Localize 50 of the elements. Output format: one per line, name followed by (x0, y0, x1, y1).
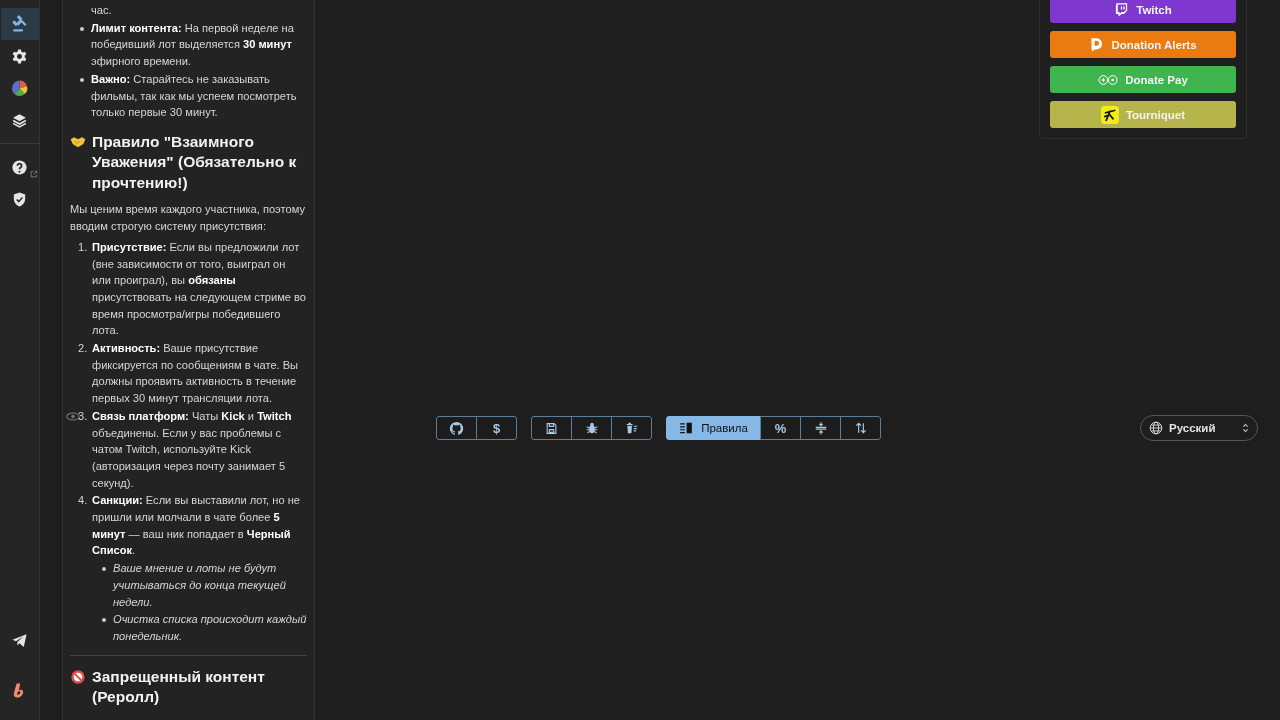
rules-text: Санкции: Если вы выставили лот, но не пришли или молчали в чате более 5 минут — ваш ник попадает в Черный Список. (92, 493, 301, 559)
bullet-dot (102, 618, 106, 623)
rules-text: Очистка списка происходит каждый понедельник. (113, 612, 307, 644)
rules-text: Лимит контента: На первой неделе на победивший лот выделяется 30 минут эфирного времени. (91, 20, 295, 70)
bullet-dot (80, 26, 84, 31)
bug-button[interactable] (571, 416, 612, 440)
github-icon (449, 420, 464, 436)
rules-text: Важно: Старайтесь не заказывать фильмы, так как мы успеем посмотреть только первые 30 минут. (91, 71, 298, 121)
list-number: 2. (78, 341, 89, 357)
collapse-button[interactable] (800, 416, 841, 440)
pie-chart-icon (10, 78, 29, 98)
gavel-icon (10, 15, 29, 33)
symbol-button[interactable]: % (760, 416, 801, 440)
help-icon (11, 158, 28, 176)
clear-button[interactable] (611, 416, 652, 440)
save-button[interactable] (531, 416, 572, 440)
symbol-button[interactable]: $ (476, 416, 517, 440)
gear-icon (11, 47, 28, 65)
list-number: 3. (78, 408, 89, 424)
bullet-dot (102, 567, 106, 572)
github-button[interactable] (436, 416, 477, 440)
tourniquet-icon (1100, 105, 1119, 124)
chevron-updown-icon (1242, 423, 1249, 433)
list-panel-icon (679, 421, 694, 435)
donate-pay-icon (1098, 73, 1119, 86)
shield-check-icon (11, 190, 28, 208)
section-heading: Запрещенный контент (Реролл) (92, 666, 266, 708)
twitch-button[interactable]: Twitch (1050, 0, 1236, 23)
layers-icon (11, 111, 28, 129)
bullet-dot (80, 77, 84, 82)
globe-icon (1149, 421, 1163, 435)
twitch-icon (1114, 2, 1130, 17)
collapse-icon (813, 421, 828, 435)
bug-icon (584, 421, 599, 435)
rules-text: Активность: Ваше присутствие фиксируется по сообщениям в чате. Вы должны проявить активность в течение первых 30 минут трансляции лота. (92, 341, 300, 407)
no-entry-icon (70, 668, 86, 685)
trash-list-icon (624, 421, 639, 435)
section-heading: Правило "Взаимного Уважения" (Обязательно к прочтению!) (92, 131, 298, 193)
sort-arrows-icon (853, 421, 868, 435)
rules-text: Связь платформ: Чаты Kick и Twitch объединены. Если у вас проблемы с чатом Twitch, используйте Kick (авторизация через почту занимает 5 секунд). (92, 408, 293, 491)
rules-text: час. (90, 3, 113, 18)
rules-text: Ваше мнение и лоты не будут учитываться до конца текущей недели. (113, 561, 287, 610)
list-number: 4. (78, 493, 89, 509)
sort-button[interactable] (840, 416, 881, 440)
gavel-nav-button[interactable] (0, 8, 39, 40)
rules-text: Присутствие: Если вы предложили лот (вне зависимости от того, выиграл он или проиграл), вы обязаны присутствовать на следующем стриме во время просмотра/игры победившего лота. (92, 239, 307, 339)
list-number: 1. (78, 239, 89, 255)
donation-alerts-icon (1089, 37, 1105, 52)
rules-text: Мы ценим время каждого участника, поэтому вводим строгую систему присутствия: (70, 202, 306, 235)
rules-button[interactable]: Правила (666, 416, 761, 440)
